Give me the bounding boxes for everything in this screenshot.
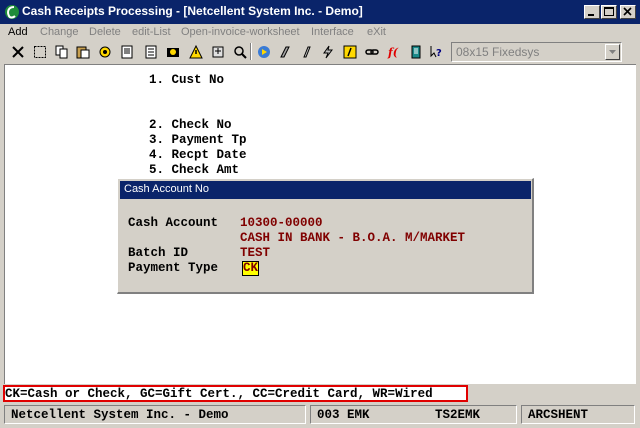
paste-button[interactable] [73, 42, 92, 61]
maximize-icon [604, 7, 614, 16]
settings-button[interactable] [95, 42, 114, 61]
batch-id-value[interactable]: TEST [240, 246, 270, 260]
batch-id-label: Batch ID [128, 246, 189, 260]
menu-delete[interactable]: Delete [89, 26, 121, 38]
fx-icon: f( [387, 46, 399, 59]
status-module-panel: ARCSHENT [521, 405, 635, 424]
status-company-code: 003 EMK [317, 408, 370, 422]
help-button[interactable]: ? [427, 42, 446, 61]
menu-change[interactable]: Change [40, 26, 79, 38]
payment-type-input[interactable]: CK [242, 261, 260, 276]
close-x-icon [11, 45, 24, 58]
status-bar: Netcellent System Inc. - Demo 003 EMK TS… [0, 403, 640, 428]
field-check-no: 2. Check No [149, 118, 232, 132]
cash-account-dialog: Cash Account No Cash Account 10300-00000… [117, 178, 534, 294]
cash-account-value[interactable]: 10300-00000 [240, 216, 323, 230]
script-icon [279, 46, 290, 57]
field-check-amt: 5. Check Amt [149, 163, 240, 177]
cash-account-label: Cash Account [128, 216, 219, 230]
zoom-icon [212, 46, 223, 57]
database-button[interactable] [163, 42, 182, 61]
payment-type-label: Payment Type [128, 261, 219, 275]
select-icon [33, 45, 46, 58]
toolbar: f( ? 08x15 Fixedsys [0, 41, 640, 63]
help-line-text: CK=Cash or Check, GC=Gift Cert., CC=Cred… [5, 387, 433, 401]
function-button[interactable] [340, 42, 359, 61]
fx-button[interactable]: f( [384, 42, 403, 61]
copy-icon [55, 45, 67, 58]
run-button[interactable] [254, 42, 273, 61]
field-cust-no: 1. Cust No [149, 73, 225, 87]
book-button[interactable] [406, 42, 425, 61]
status-company: Netcellent System Inc. - Demo [11, 408, 229, 422]
list-button[interactable] [141, 42, 160, 61]
list-icon [145, 45, 156, 58]
menu-bar: Add Change Delete edit-List Open-invoice… [0, 24, 640, 42]
copy-button[interactable] [52, 42, 71, 61]
select-button[interactable] [30, 42, 49, 61]
toolbar-separator [250, 43, 252, 60]
maximize-button[interactable] [601, 5, 617, 19]
help-line: CK=Cash or Check, GC=Gift Cert., CC=Cred… [3, 385, 468, 402]
menu-open-invoice-worksheet[interactable]: Open-invoice-worksheet [181, 26, 300, 38]
search-icon [233, 45, 247, 59]
menu-add[interactable]: Add [8, 26, 28, 38]
link-button[interactable] [362, 42, 381, 61]
dialog-title-bar: Cash Account No [120, 181, 531, 199]
status-terminal: TS2EMK [435, 408, 481, 422]
text-icon [302, 46, 311, 57]
font-select-value: 08x15 Fixedsys [456, 45, 540, 59]
app-window: Cash Receipts Processing - [Netcellent S… [0, 0, 640, 428]
svg-text:f(: f( [387, 46, 399, 59]
page-button[interactable] [117, 42, 136, 61]
menu-exit[interactable]: eXit [367, 26, 386, 38]
field-payment-tp: 3. Payment Tp [149, 133, 247, 147]
page-icon [121, 45, 132, 58]
status-company-panel: Netcellent System Inc. - Demo [4, 405, 306, 424]
run-icon [257, 45, 270, 58]
window-title: Cash Receipts Processing - [Netcellent S… [22, 4, 363, 18]
menu-interface[interactable]: Interface [311, 26, 354, 38]
warning-icon [188, 44, 203, 58]
help-icon: ? [430, 45, 442, 59]
svg-text:?: ? [436, 48, 442, 59]
lightning-button[interactable] [318, 42, 337, 61]
minimize-button[interactable] [584, 5, 600, 19]
function-icon [343, 45, 356, 58]
settings-icon [99, 46, 110, 57]
search-button[interactable] [230, 42, 249, 61]
database-icon [166, 47, 179, 57]
cash-account-description: CASH IN BANK - B.O.A. M/MARKET [240, 231, 466, 245]
chevron-down-icon [609, 50, 616, 54]
text-button[interactable] [297, 42, 316, 61]
dialog-title: Cash Account No [124, 183, 209, 195]
close-x-button[interactable] [8, 42, 27, 61]
field-recpt-date: 4. Recpt Date [149, 148, 247, 162]
font-select[interactable]: 08x15 Fixedsys [451, 42, 622, 62]
title-bar[interactable]: Cash Receipts Processing - [Netcellent S… [0, 0, 640, 24]
app-logo-icon [5, 5, 19, 19]
close-icon [623, 7, 632, 16]
menu-edit-list[interactable]: edit-List [132, 26, 171, 38]
close-button[interactable] [620, 5, 636, 19]
book-icon [411, 45, 420, 58]
script-button[interactable] [275, 42, 294, 61]
warning-button[interactable] [186, 42, 205, 61]
dropdown-arrow-button[interactable] [605, 44, 620, 60]
zoom-button[interactable] [208, 42, 227, 61]
minimize-icon [588, 14, 594, 16]
status-module: ARCSHENT [528, 408, 589, 422]
lightning-icon [322, 45, 333, 58]
paste-icon [76, 46, 89, 58]
status-code-panel: 003 EMK TS2EMK [310, 405, 517, 424]
link-icon [364, 48, 379, 55]
